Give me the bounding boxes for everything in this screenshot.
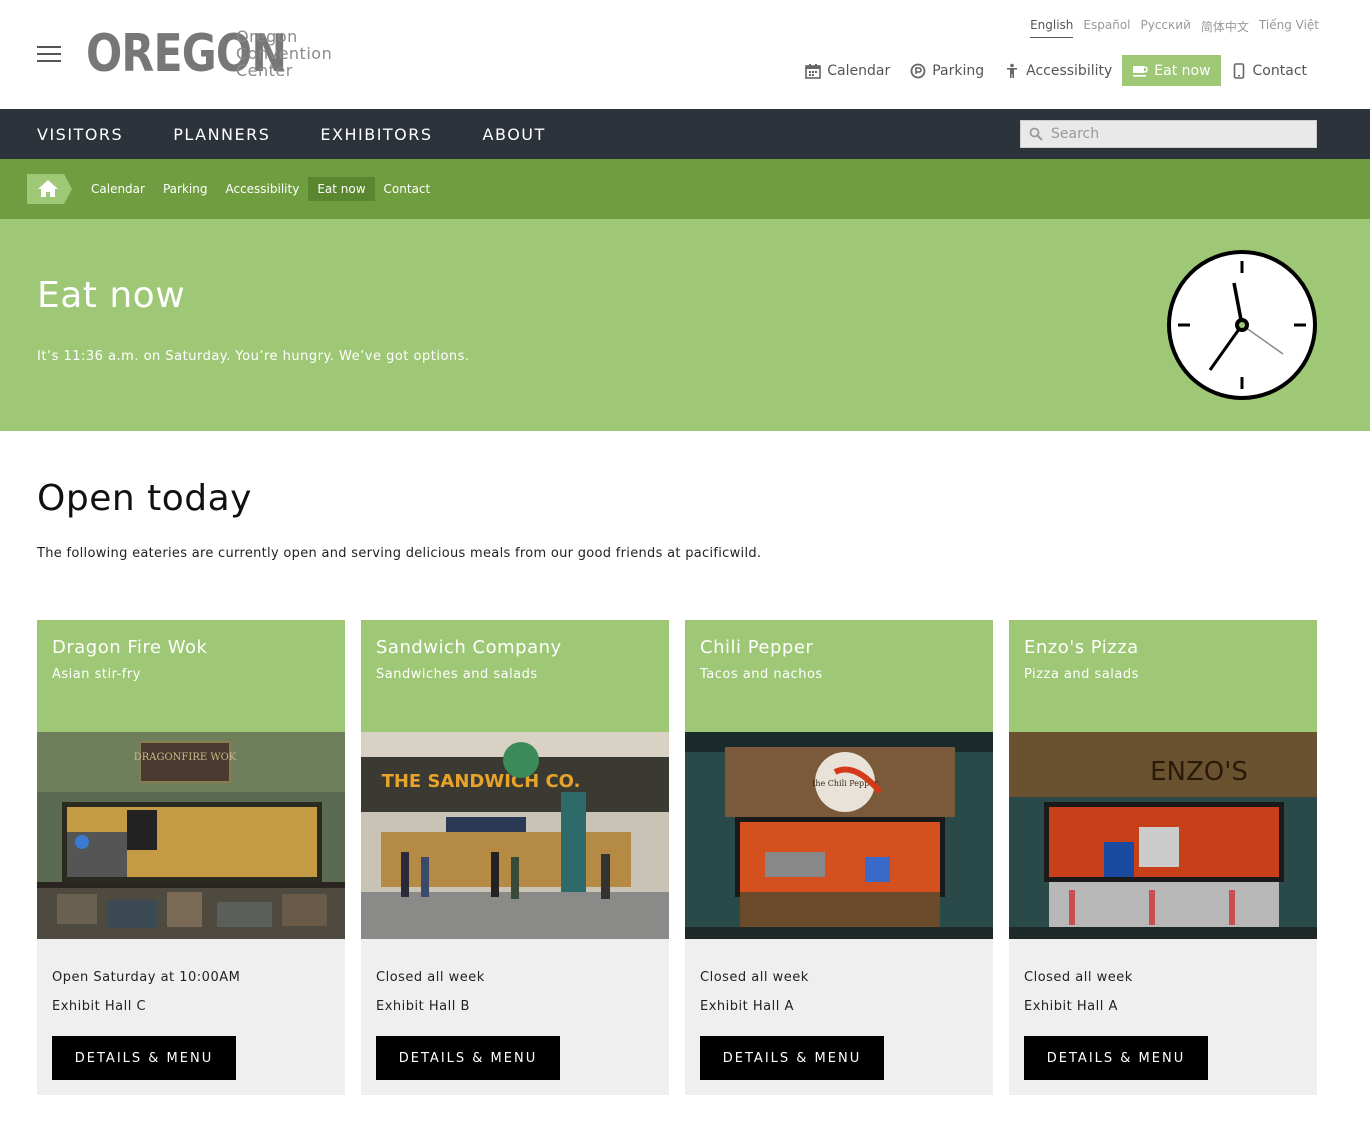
main-navigation: VISITORS PLANNERS EXHIBITORS ABOUT bbox=[0, 109, 1370, 159]
eatery-sign: ENZO'S bbox=[1150, 757, 1248, 787]
eatery-location: Exhibit Hall C bbox=[52, 999, 147, 1014]
lang-vietnamese[interactable]: Tiếng Việt bbox=[1259, 18, 1319, 38]
lang-english[interactable]: English bbox=[1030, 18, 1074, 38]
details-menu-button[interactable]: DETAILS & MENU bbox=[52, 1036, 236, 1080]
eatery-name: Dragon Fire Wok bbox=[52, 637, 208, 658]
utility-eat-now[interactable]: Eat now bbox=[1122, 55, 1221, 86]
eatery-location: Exhibit Hall A bbox=[700, 999, 794, 1014]
nav-visitors[interactable]: VISITORS bbox=[37, 125, 123, 144]
logo-sub-line: Convention bbox=[236, 44, 333, 63]
subnav-contact[interactable]: Contact bbox=[375, 177, 440, 201]
nav-about[interactable]: ABOUT bbox=[483, 125, 546, 144]
utility-label: Calendar bbox=[827, 62, 891, 79]
eatery-sign: THE SANDWICH CO. bbox=[382, 771, 581, 792]
eatery-photo: ENZO'S bbox=[1009, 732, 1317, 939]
search-input[interactable] bbox=[1051, 126, 1301, 142]
clock-icon bbox=[1167, 250, 1317, 400]
eatery-location: Exhibit Hall A bbox=[1024, 999, 1118, 1014]
subnav-links: Calendar Parking Accessibility Eat now C… bbox=[82, 177, 439, 201]
parking-icon bbox=[910, 63, 926, 78]
card-header: Dragon Fire Wok Asian stir-fry bbox=[37, 620, 345, 732]
eatery-photo: the Chili Pepper bbox=[685, 732, 993, 939]
eatery-hours: Closed all week bbox=[376, 970, 485, 985]
main-nav-items: VISITORS PLANNERS EXHIBITORS ABOUT bbox=[37, 109, 546, 159]
utility-contact[interactable]: Contact bbox=[1221, 55, 1317, 86]
section-title: Open today bbox=[37, 478, 252, 519]
utility-nav: Calendar Parking Accessibility Eat now C… bbox=[795, 55, 1317, 86]
utility-label: Parking bbox=[932, 62, 985, 79]
home-icon[interactable] bbox=[27, 174, 72, 204]
card-header: Enzo's Pizza Pizza and salads bbox=[1009, 620, 1317, 732]
details-menu-button[interactable]: DETAILS & MENU bbox=[1024, 1036, 1208, 1080]
details-menu-button[interactable]: DETAILS & MENU bbox=[376, 1036, 560, 1080]
search-box bbox=[1020, 120, 1317, 148]
eatery-name: Enzo's Pizza bbox=[1024, 637, 1139, 658]
lang-chinese[interactable]: 简体中文 bbox=[1201, 18, 1249, 38]
eatery-photo: THE SANDWICH CO. bbox=[361, 732, 669, 939]
subnav-calendar[interactable]: Calendar bbox=[82, 177, 154, 201]
phone-icon bbox=[1233, 62, 1244, 79]
language-switcher: English Español Русский 简体中文 Tiếng Việt bbox=[1030, 18, 1319, 38]
eatery-type: Sandwiches and salads bbox=[376, 667, 538, 682]
eatery-card: Sandwich Company Sandwiches and salads T… bbox=[361, 620, 669, 1095]
eatery-hours: Closed all week bbox=[1024, 970, 1133, 985]
utility-calendar[interactable]: Calendar bbox=[795, 55, 900, 86]
utility-label: Eat now bbox=[1154, 62, 1211, 79]
hamburger-menu-icon[interactable] bbox=[37, 46, 61, 64]
subnav-eat-now[interactable]: Eat now bbox=[308, 177, 375, 201]
eatery-sign: DRAGONFIRE WOK bbox=[134, 752, 237, 763]
coffee-cup-icon bbox=[1133, 65, 1149, 77]
search-icon bbox=[1029, 127, 1043, 141]
eatery-hours: Open Saturday at 10:00AM bbox=[52, 970, 241, 985]
eatery-hours: Closed all week bbox=[700, 970, 809, 985]
eatery-cards: Dragon Fire Wok Asian stir-fry DRAGONFIR… bbox=[37, 620, 1317, 1095]
hero-banner: Eat now It’s 11:36 a.m. on Saturday. You… bbox=[0, 219, 1370, 431]
card-header: Sandwich Company Sandwiches and salads bbox=[361, 620, 669, 732]
lang-espanol[interactable]: Español bbox=[1083, 18, 1130, 38]
utility-label: Contact bbox=[1252, 62, 1307, 79]
section-subnav: Calendar Parking Accessibility Eat now C… bbox=[0, 159, 1370, 219]
details-menu-button[interactable]: DETAILS & MENU bbox=[700, 1036, 884, 1080]
calendar-icon bbox=[805, 63, 822, 79]
utility-accessibility[interactable]: Accessibility bbox=[994, 55, 1122, 86]
eatery-name: Chili Pepper bbox=[700, 637, 814, 658]
eatery-location: Exhibit Hall B bbox=[376, 999, 470, 1014]
eatery-photo: DRAGONFIRE WOK bbox=[37, 732, 345, 939]
site-header: OREGON Oregon Convention Center English … bbox=[0, 0, 1370, 109]
logo-sub-line: Oregon bbox=[236, 27, 298, 46]
eatery-type: Asian stir-fry bbox=[52, 667, 141, 682]
lang-russian[interactable]: Русский bbox=[1141, 18, 1191, 38]
eatery-card: Enzo's Pizza Pizza and salads ENZO'S Clo… bbox=[1009, 620, 1317, 1095]
eatery-card: Chili Pepper Tacos and nachos the Chili … bbox=[685, 620, 993, 1095]
subnav-accessibility[interactable]: Accessibility bbox=[216, 177, 308, 201]
accessibility-icon bbox=[1007, 63, 1018, 78]
subnav-parking[interactable]: Parking bbox=[154, 177, 217, 201]
utility-label: Accessibility bbox=[1026, 62, 1113, 79]
eatery-type: Pizza and salads bbox=[1024, 667, 1139, 682]
eatery-type: Tacos and nachos bbox=[700, 667, 823, 682]
nav-exhibitors[interactable]: EXHIBITORS bbox=[320, 125, 432, 144]
eatery-name: Sandwich Company bbox=[376, 637, 562, 658]
site-logo[interactable]: OREGON Oregon Convention Center bbox=[86, 28, 332, 80]
eatery-card: Dragon Fire Wok Asian stir-fry DRAGONFIR… bbox=[37, 620, 345, 1095]
utility-parking[interactable]: Parking bbox=[900, 55, 994, 86]
hero-subtitle: It’s 11:36 a.m. on Saturday. You’re hung… bbox=[37, 349, 470, 364]
logo-subtitle: Oregon Convention Center bbox=[236, 28, 332, 79]
section-description: The following eateries are currently ope… bbox=[37, 546, 762, 561]
page-title: Eat now bbox=[37, 275, 186, 316]
nav-planners[interactable]: PLANNERS bbox=[173, 125, 270, 144]
logo-sub-line: Center bbox=[236, 61, 293, 80]
card-header: Chili Pepper Tacos and nachos bbox=[685, 620, 993, 732]
